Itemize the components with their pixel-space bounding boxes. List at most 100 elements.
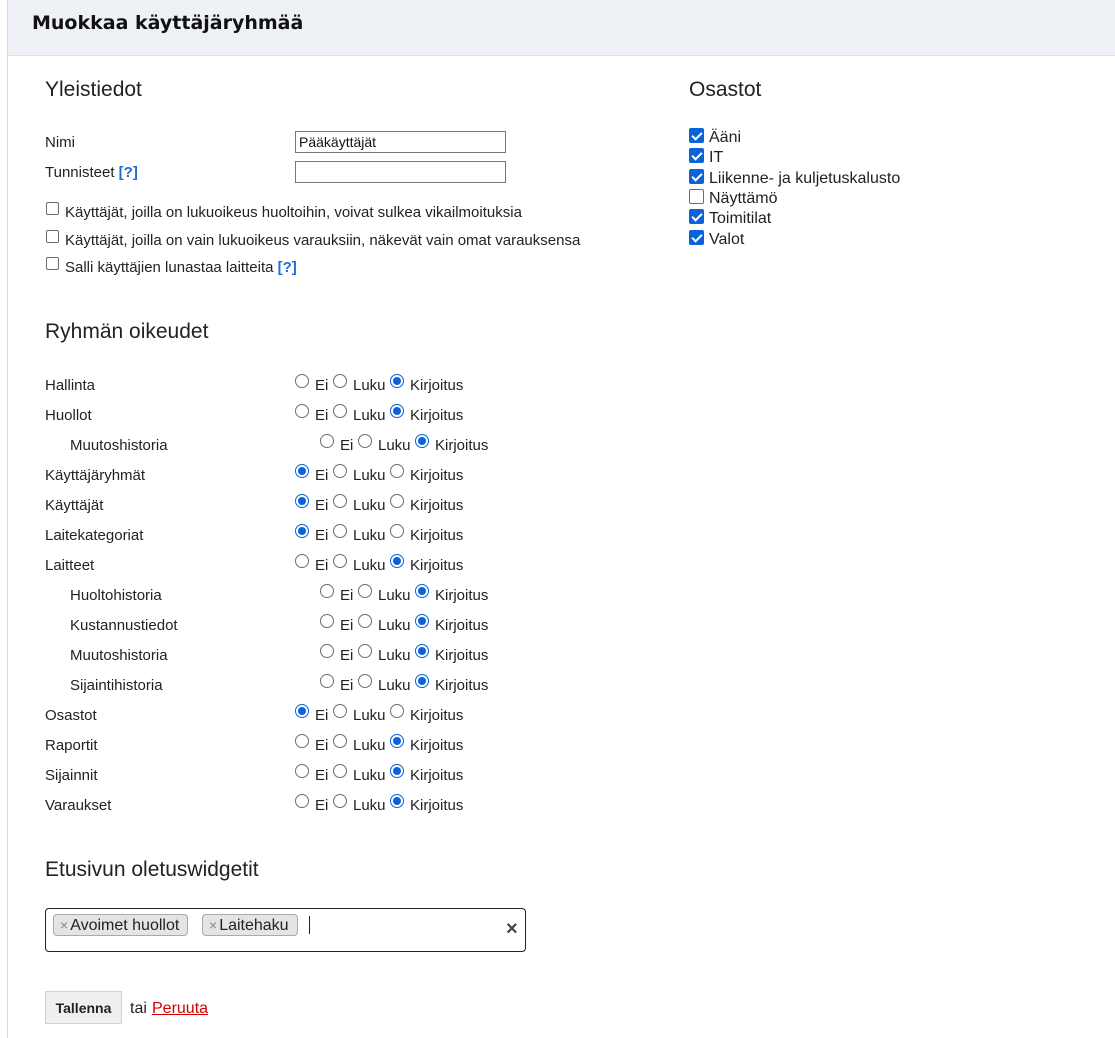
- redeem-help-link[interactable]: [?]: [278, 259, 297, 276]
- radio-label: Kirjoitus: [410, 377, 464, 394]
- cancel-link[interactable]: Peruuta: [152, 1000, 208, 1018]
- radio-button[interactable]: [390, 404, 404, 418]
- permission-row: Huollot Ei Luku Kirjoitus: [45, 404, 645, 427]
- option-checkbox-redeem-devices[interactable]: [46, 257, 59, 270]
- radio-button[interactable]: [415, 644, 429, 658]
- radio-button[interactable]: [358, 614, 372, 628]
- radio-button[interactable]: [333, 734, 347, 748]
- radio-button[interactable]: [320, 584, 334, 598]
- permission-label: Raportit: [45, 737, 98, 754]
- radio-button[interactable]: [295, 524, 309, 538]
- radio-button[interactable]: [390, 464, 404, 478]
- permission-row: Raportit Ei Luku Kirjoitus: [45, 734, 645, 757]
- department-checkbox[interactable]: [689, 128, 704, 143]
- radio-button[interactable]: [320, 644, 334, 658]
- department-checkbox[interactable]: [689, 230, 704, 245]
- clear-icon[interactable]: ×: [506, 918, 518, 941]
- department-label: Toimitilat: [709, 210, 772, 227]
- permission-label: Varaukset: [45, 797, 112, 814]
- permission-row: Hallinta Ei Luku Kirjoitus: [45, 374, 645, 397]
- radio-label: Ei: [315, 467, 329, 484]
- department-checkbox[interactable]: [689, 148, 704, 163]
- department-checkbox[interactable]: [689, 169, 704, 184]
- radio-label: Kirjoitus: [435, 587, 489, 604]
- radio-button[interactable]: [320, 674, 334, 688]
- radio-label: Ei: [340, 677, 354, 694]
- radio-button[interactable]: [390, 704, 404, 718]
- widget-tag: × Laitehaku: [202, 914, 298, 936]
- radio-button[interactable]: [320, 614, 334, 628]
- radio-button[interactable]: [390, 524, 404, 538]
- radio-button[interactable]: [390, 764, 404, 778]
- radio-button[interactable]: [295, 494, 309, 508]
- permission-row: Sijaintihistoria Ei Luku Kirjoitus: [45, 674, 645, 697]
- widget-tag-label: Laitehaku: [219, 917, 289, 934]
- radio-button[interactable]: [295, 554, 309, 568]
- permission-label: Laitteet: [45, 557, 95, 574]
- radio-label: Luku: [353, 707, 386, 724]
- radio-button[interactable]: [358, 434, 372, 448]
- radio-button[interactable]: [358, 644, 372, 658]
- radio-button[interactable]: [333, 464, 347, 478]
- radio-button[interactable]: [295, 734, 309, 748]
- permission-label: Muutoshistoria: [70, 437, 168, 454]
- permission-row: Varaukset Ei Luku Kirjoitus: [45, 794, 645, 817]
- radio-button[interactable]: [295, 704, 309, 718]
- option-label-own-reservations: Käyttäjät, joilla on vain lukuoikeus var…: [65, 232, 581, 249]
- radio-button[interactable]: [390, 374, 404, 388]
- radio-label: Kirjoitus: [410, 797, 464, 814]
- radio-label: Luku: [353, 467, 386, 484]
- radio-button[interactable]: [333, 404, 347, 418]
- departments-heading: Osastot: [689, 78, 762, 101]
- radio-button[interactable]: [320, 434, 334, 448]
- radio-button[interactable]: [333, 374, 347, 388]
- radio-button[interactable]: [415, 614, 429, 628]
- radio-button[interactable]: [295, 404, 309, 418]
- radio-button[interactable]: [333, 764, 347, 778]
- radio-button[interactable]: [415, 674, 429, 688]
- radio-label: Luku: [353, 557, 386, 574]
- radio-button[interactable]: [333, 704, 347, 718]
- save-button[interactable]: Tallenna: [45, 991, 122, 1024]
- radio-button[interactable]: [333, 524, 347, 538]
- radio-button[interactable]: [415, 584, 429, 598]
- permission-label: Käyttäjät: [45, 497, 104, 514]
- department-checkbox[interactable]: [689, 209, 704, 224]
- option-checkbox-own-reservations[interactable]: [46, 230, 59, 243]
- tag-remove-icon[interactable]: ×: [209, 917, 217, 933]
- permission-label: Kustannustiedot: [70, 617, 178, 634]
- radio-button[interactable]: [295, 794, 309, 808]
- department-checkbox[interactable]: [689, 189, 704, 204]
- widgets-select[interactable]: × Avoimet huollot × Laitehaku ×: [45, 908, 526, 952]
- text-caret: [309, 916, 310, 934]
- radio-label: Luku: [353, 377, 386, 394]
- radio-label: Luku: [378, 437, 411, 454]
- radio-button[interactable]: [390, 794, 404, 808]
- radio-button[interactable]: [358, 674, 372, 688]
- permission-row: Laitteet Ei Luku Kirjoitus: [45, 554, 645, 577]
- radio-button[interactable]: [295, 764, 309, 778]
- name-field[interactable]: [295, 131, 506, 153]
- option-checkbox-close-faults[interactable]: [46, 202, 59, 215]
- radio-label: Ei: [340, 617, 354, 634]
- radio-button[interactable]: [390, 734, 404, 748]
- permission-label: Osastot: [45, 707, 97, 724]
- radio-label: Luku: [353, 767, 386, 784]
- permission-row: Osastot Ei Luku Kirjoitus: [45, 704, 645, 727]
- ids-help-link[interactable]: [?]: [119, 164, 138, 181]
- radio-button[interactable]: [333, 554, 347, 568]
- ids-field[interactable]: [295, 161, 506, 183]
- radio-button[interactable]: [390, 554, 404, 568]
- radio-label: Ei: [340, 647, 354, 664]
- permission-label: Sijainnit: [45, 767, 98, 784]
- radio-label: Kirjoitus: [410, 467, 464, 484]
- tag-remove-icon[interactable]: ×: [60, 917, 68, 933]
- radio-button[interactable]: [358, 584, 372, 598]
- radio-button[interactable]: [295, 464, 309, 478]
- radio-button[interactable]: [333, 494, 347, 508]
- permission-row: Kustannustiedot Ei Luku Kirjoitus: [45, 614, 645, 637]
- radio-button[interactable]: [415, 434, 429, 448]
- radio-button[interactable]: [295, 374, 309, 388]
- radio-button[interactable]: [390, 494, 404, 508]
- radio-button[interactable]: [333, 794, 347, 808]
